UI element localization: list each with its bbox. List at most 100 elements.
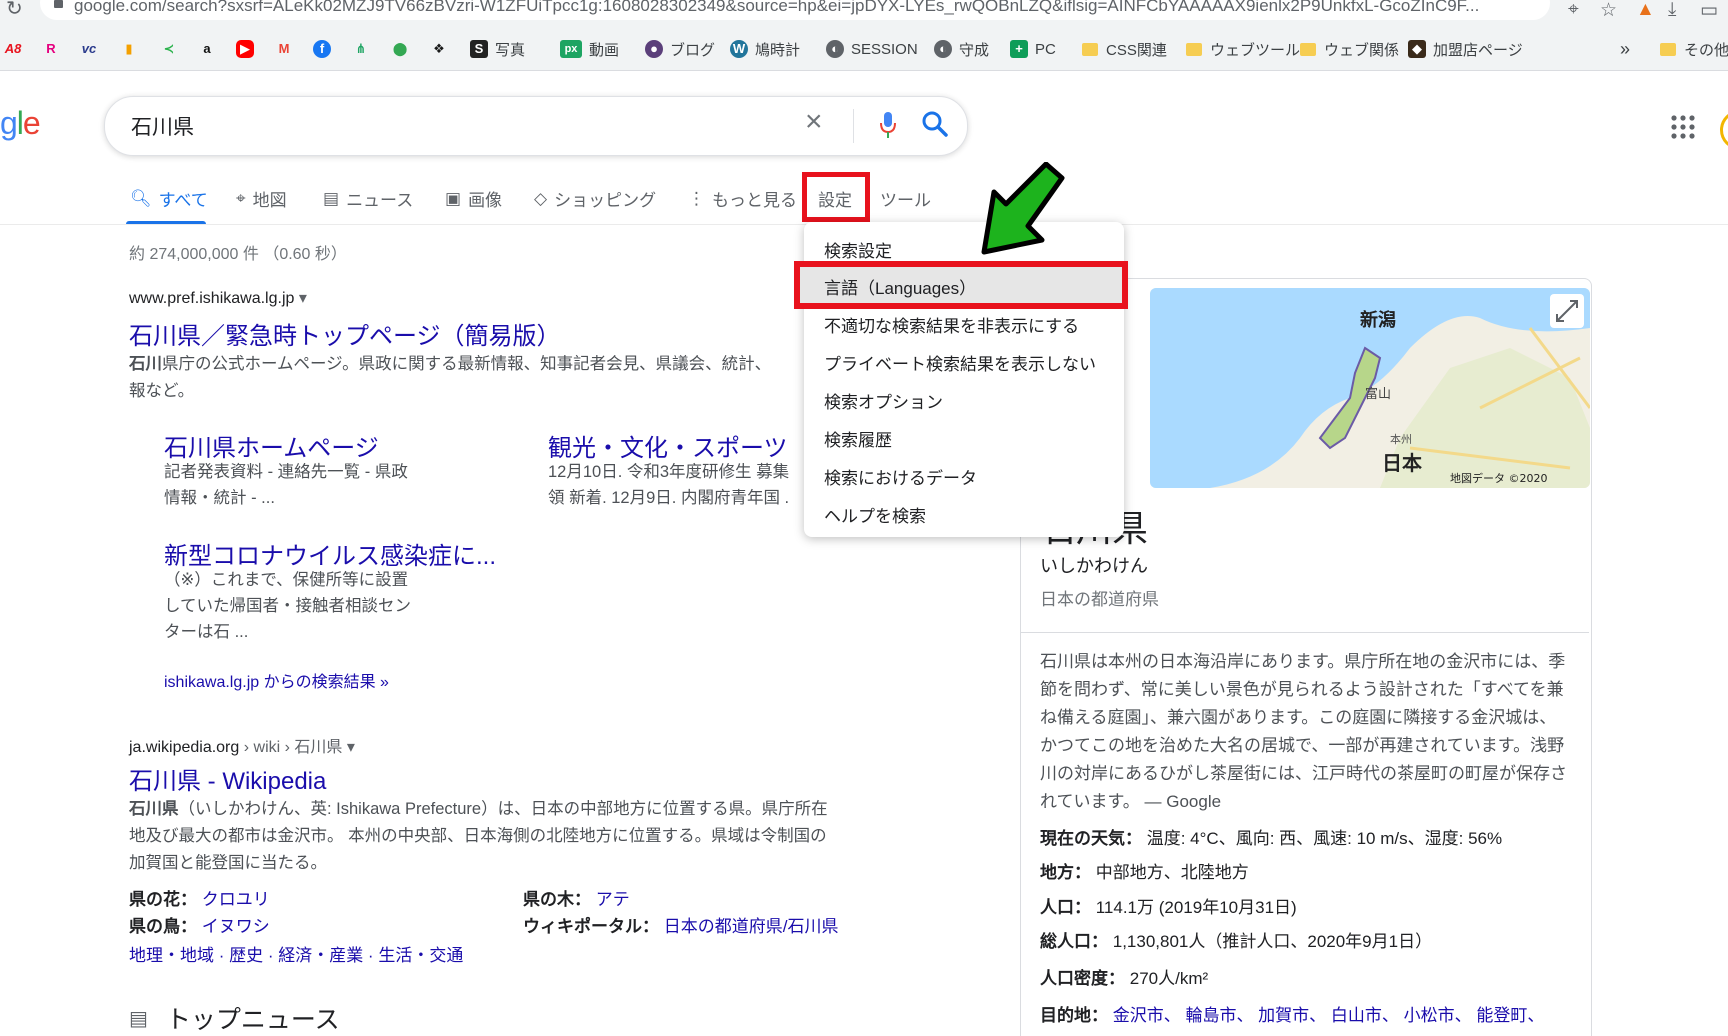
more-results-link[interactable]: ishikawa.lg.jp からの検索結果 » (164, 668, 389, 692)
google-logo[interactable]: gle (0, 105, 41, 142)
bookmark-hatodokei[interactable]: W 鳩時計 (730, 38, 800, 60)
map-label: 本州 (1390, 432, 1412, 446)
sitelink-line: 12月10日. 令和3年度研修生 募集 (548, 463, 790, 481)
search-input[interactable]: 石川県 (131, 111, 194, 141)
bookmark-feedly[interactable]: ≺ (160, 38, 185, 60)
plus-icon: + (1010, 40, 1028, 58)
menu-item-safesearch[interactable]: 不適切な検索結果を非表示にする (824, 312, 1079, 337)
bookmarks-more[interactable]: » (1620, 38, 1630, 60)
related-links[interactable]: 地理・地域 · 歴史 · 経済・産業 · 生活・交通 (129, 941, 463, 966)
facebook-icon: f (313, 40, 331, 58)
menu-item-your-data[interactable]: 検索におけるデータ (824, 464, 977, 489)
search-box[interactable]: 石川県 × (104, 96, 968, 156)
cite-url[interactable]: www.pref.ishikawa.lg.jp (129, 290, 294, 307)
vc-icon: vc (81, 41, 97, 56)
bookmark-youtube[interactable]: ▶ (236, 38, 261, 60)
menu-item-search-help[interactable]: ヘルプを検索 (824, 502, 926, 527)
sitelink-line: していた帰国者・接触者相談セン (164, 597, 412, 615)
cite-path[interactable]: › wiki › 石川県 (244, 739, 343, 756)
tab-images[interactable]: ▣ 画像 (445, 186, 502, 211)
star-icon[interactable]: ☆ (1600, 0, 1617, 22)
avatar[interactable] (1720, 110, 1728, 150)
bookmark-other[interactable]: その他 (1660, 38, 1728, 60)
bookmark-folder-webtool[interactable]: ウェブツール (1186, 38, 1300, 60)
browser-chrome: ↻ google.com/search?sxsrf=ALeKk02MZJ9TV6… (0, 0, 1728, 71)
tab-more[interactable]: ⋮ もっと見る (688, 186, 797, 211)
bookmark-video[interactable]: px 動画 (560, 38, 619, 60)
lock-icon[interactable] (54, 0, 63, 8)
fact-value-link[interactable]: 日本の都道府県/石川県 (664, 917, 839, 936)
news-icon: ▤ (323, 188, 340, 208)
kp-fact-link[interactable]: 金沢市、 輪島市、 加賀市、 白山市、 小松市、 能登町、 (1113, 1006, 1545, 1025)
chevron-down-icon[interactable]: ▾ (299, 290, 307, 307)
bookmark-a8[interactable]: A8 (4, 38, 29, 60)
bookmark-store[interactable]: ◆ 加盟店ページ (1408, 38, 1523, 60)
sitelink-line: 記者発表資料 - 連絡先一覧 - 県政 (164, 463, 408, 481)
location-icon[interactable]: ⌖ (1568, 0, 1579, 21)
menu-item-advanced-search[interactable]: 検索オプション (824, 388, 943, 413)
kp-fact: 総人口： 1,130,801人（推計人口、2020年9月1日） (1040, 927, 1432, 952)
result-cite[interactable]: www.pref.ishikawa.lg.jp ▾ (129, 288, 307, 308)
clear-icon[interactable]: × (805, 105, 823, 139)
bookmark-shusei[interactable]: ◐ 守成 (934, 38, 989, 60)
analytics-icon: ▮ (125, 41, 133, 56)
bookmark-vc[interactable]: vc (80, 38, 105, 60)
bookmark-gmail[interactable]: M (275, 38, 300, 60)
bookmark-pc[interactable]: + PC (1010, 38, 1056, 60)
sitelink-snippet: 記者発表資料 - 連絡先一覧 - 県政 情報・統計 - ... (164, 459, 408, 511)
fact-value-link[interactable]: アテ (596, 890, 630, 909)
sitelink-title[interactable]: 新型コロナウイルス感染症に... (164, 536, 496, 571)
settings-highlight-box (802, 172, 870, 222)
url-field[interactable]: google.com/search?sxsrf=ALeKk02MZJ9TV66z… (40, 0, 1550, 20)
bookmark-analytics[interactable]: ▮ (120, 38, 145, 60)
search-icon[interactable] (920, 109, 950, 139)
menu-item-history[interactable]: 検索履歴 (824, 426, 892, 451)
sitelink-line: 領 新着. 12月9日. 内閣府青年国 . (548, 489, 790, 507)
menu-item-search-settings[interactable]: 検索設定 (824, 237, 892, 262)
snippet-text: 地及び最大の都市は金沢市。 本州の中央部、日本海側の北陸地方に位置する。県域は令… (129, 827, 827, 845)
map-thumbnail[interactable]: 新潟 富山 本州 日本 地図データ ©2020 (1150, 288, 1590, 488)
download-icon[interactable]: ⤓ (1668, 0, 1676, 21)
kp-source[interactable]: — Google (1145, 792, 1222, 811)
tab-maps[interactable]: ⌖ 地図 (236, 186, 287, 211)
sitelink-title[interactable]: 観光・文化・スポーツ (548, 428, 788, 463)
result-cite[interactable]: ja.wikipedia.org › wiki › 石川県 ▾ (129, 733, 355, 757)
chevron-down-icon[interactable]: ▾ (347, 739, 355, 756)
fact-value-link[interactable]: イヌワシ (202, 917, 270, 936)
bookmark-folder-css[interactable]: CSS関連 (1082, 38, 1167, 60)
menu-item-private-results[interactable]: プライベート検索結果を表示しない (824, 350, 1096, 375)
fact-value-link[interactable]: クロユリ (202, 890, 270, 909)
cite-url[interactable]: ja.wikipedia.org (129, 739, 239, 756)
bookmark-maps[interactable]: ⬤ (391, 38, 416, 60)
reload-icon[interactable]: ↻ (6, 0, 23, 21)
youtube-icon: ▶ (236, 40, 254, 58)
sitelink-title[interactable]: 石川県ホームページ (164, 428, 379, 463)
result-title[interactable]: 石川県 - Wikipedia (129, 761, 326, 796)
url-text[interactable]: google.com/search?sxsrf=ALeKk02MZJ9TV66z… (74, 0, 1504, 16)
bookmark-amazon[interactable]: a (198, 38, 223, 60)
apps-grid-icon[interactable] (1670, 114, 1696, 140)
cast-icon[interactable]: ▭ (1700, 0, 1718, 22)
map-label: 日本 (1382, 451, 1422, 475)
mic-icon[interactable] (880, 109, 896, 143)
kp-fact-label: 人口密度： (1040, 969, 1125, 988)
bookmark-r[interactable]: R (42, 38, 67, 60)
bookmark-session[interactable]: ◐ SESSION (826, 38, 918, 60)
extension-icon[interactable]: ▲ (1636, 0, 1655, 21)
bookmark-blog[interactable]: ● ブログ (645, 38, 715, 60)
result-title[interactable]: 石川県／緊急時トップページ（簡易版） (129, 316, 561, 351)
tab-tools[interactable]: ツール (880, 186, 931, 211)
maps-icon: ⬤ (392, 41, 408, 56)
green-arrow-annotation (981, 162, 1065, 255)
tab-label: もっと見る (712, 191, 797, 210)
kp-fact-label: 目的地： (1040, 1006, 1108, 1025)
tab-news[interactable]: ▤ ニュース (323, 186, 413, 211)
bookmark-photo[interactable]: S 写真 (470, 38, 525, 60)
tab-all[interactable]: 🔍︎ すべて (130, 186, 208, 211)
bookmark-folder-web[interactable]: ウェブ関係 (1300, 38, 1399, 60)
bookmark-facebook[interactable]: f (313, 38, 338, 60)
bookmark-dropbox[interactable]: ❖ (430, 38, 455, 60)
tab-shopping[interactable]: ◇ ショッピング (534, 186, 656, 211)
bookmark-app[interactable]: ⋔ (352, 38, 377, 60)
sitelink-line: （※）これまで、保健所等に設置 (164, 571, 409, 589)
